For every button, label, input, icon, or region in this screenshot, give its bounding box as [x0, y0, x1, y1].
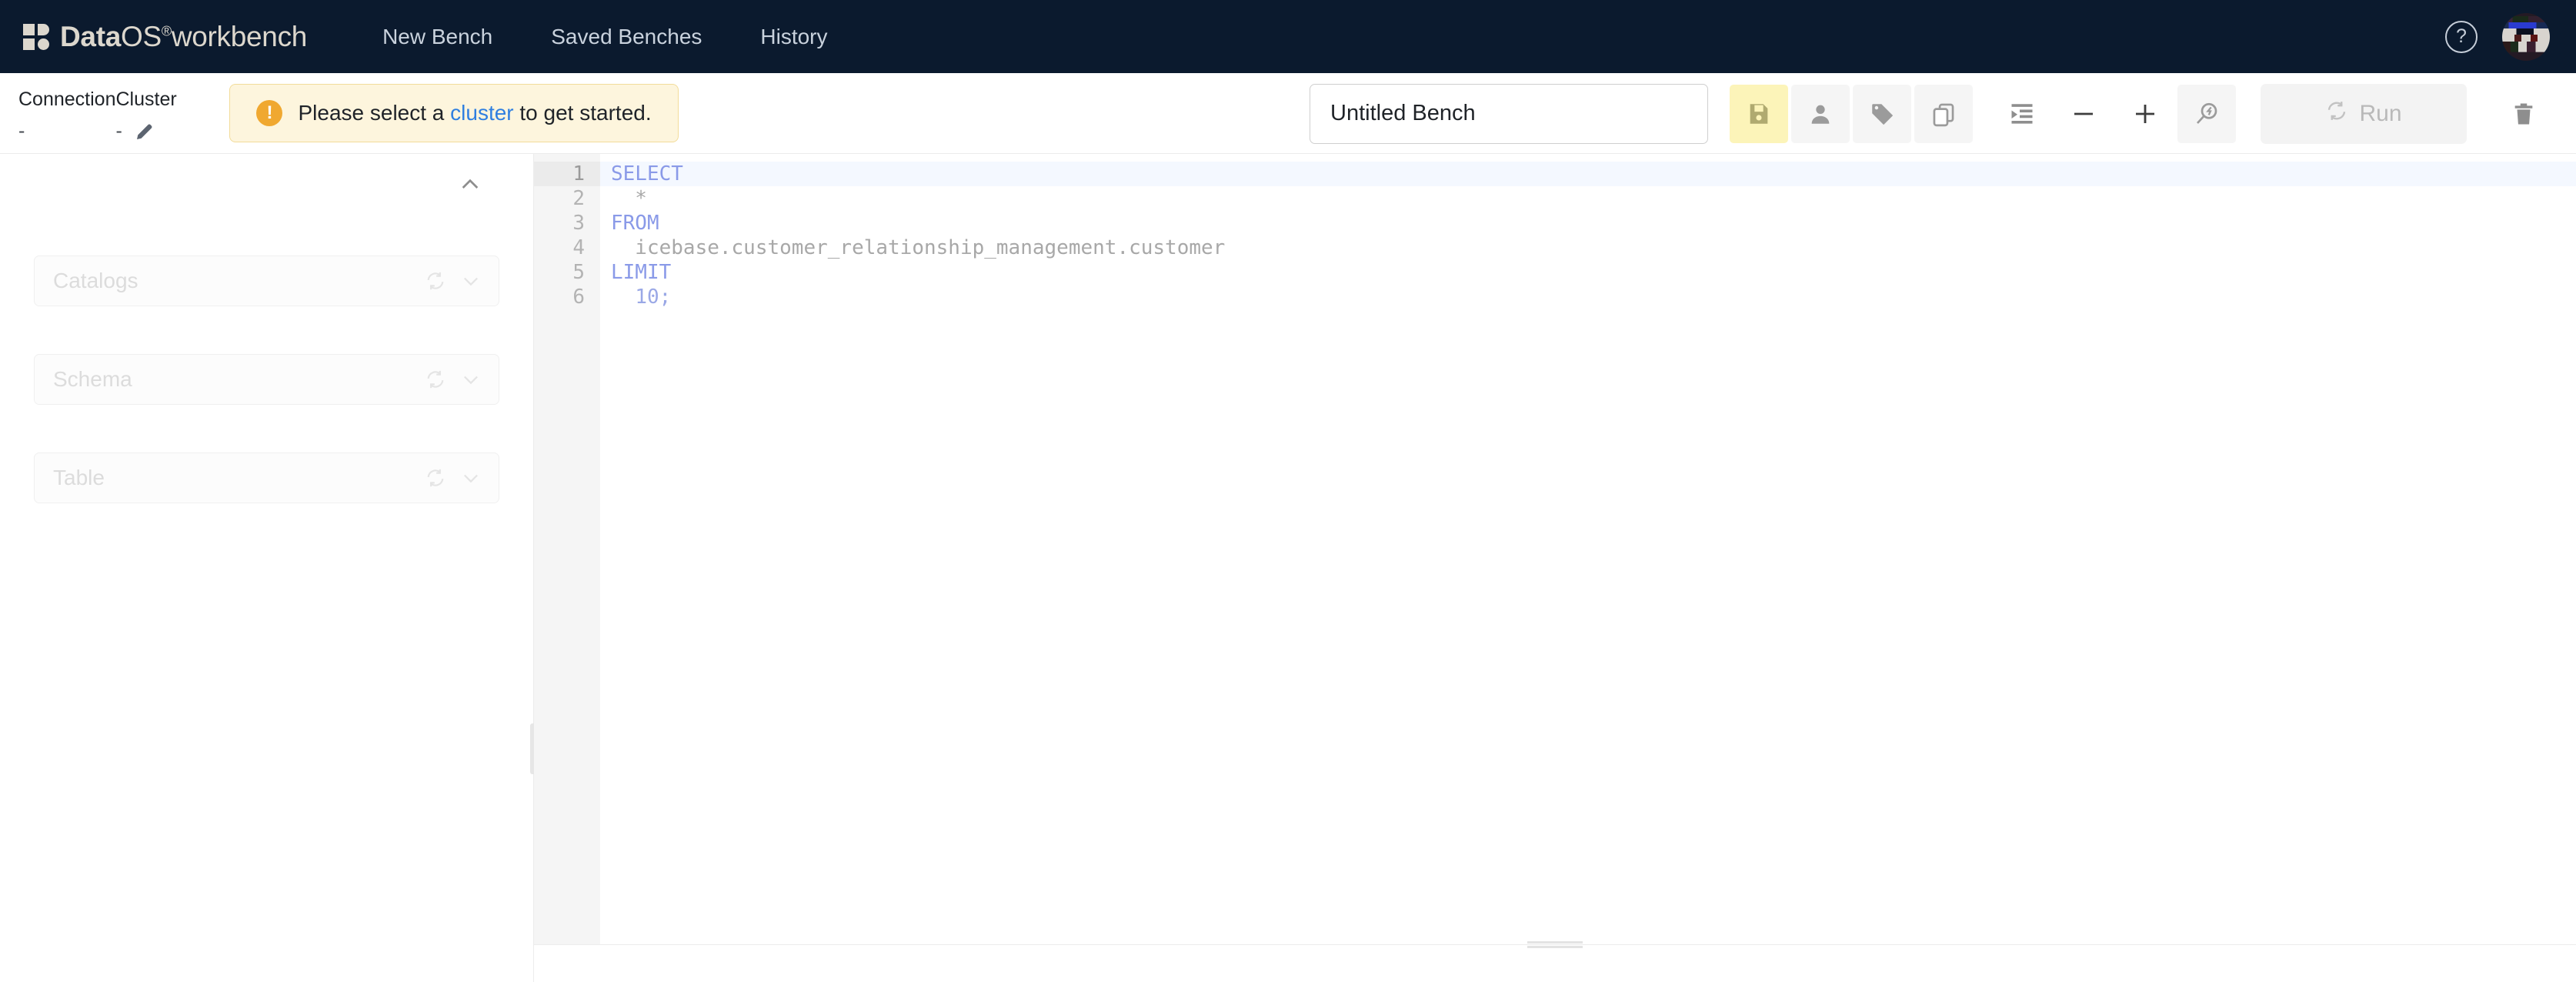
delete-bench-button[interactable] — [2494, 85, 2553, 143]
bench-toolbar: Connection - Cluster - ! Please select a… — [0, 73, 2576, 154]
connection-meta: Connection - Cluster - — [18, 84, 202, 143]
brand-registered-mark: ® — [161, 23, 172, 39]
nav-new-bench[interactable]: New Bench — [353, 25, 522, 49]
chevron-down-icon[interactable] — [460, 270, 482, 292]
alert-text-after: to get started. — [513, 101, 652, 125]
refresh-icon[interactable] — [425, 369, 446, 390]
connection-value: - — [18, 119, 25, 142]
line-number: 6 — [572, 286, 585, 309]
nav-right-actions: ? — [2445, 0, 2550, 73]
sql-code[interactable]: SELECT * FROM icebase.customer_relations… — [600, 154, 2576, 944]
brand-os: OS — [121, 20, 162, 52]
zoom-in-button[interactable] — [2116, 85, 2174, 143]
user-avatar[interactable] — [2502, 12, 2550, 61]
workspace: Catalogs Schema Table 1 2 3 4 5 6 SELECT… — [0, 154, 2576, 982]
explain-button[interactable] — [2177, 84, 2236, 143]
bench-name-input[interactable] — [1310, 83, 1708, 144]
code-area: 1 2 3 4 5 6 SELECT * FROM icebase.custom… — [534, 154, 2576, 944]
line-number: 2 — [572, 187, 585, 210]
top-navigation-bar: DataOS®workbench New Bench Saved Benches… — [0, 0, 2576, 73]
line-number: 4 — [572, 236, 585, 259]
brand-title: DataOS®workbench — [60, 21, 307, 53]
refresh-icon[interactable] — [425, 270, 446, 292]
editor-resize-handle[interactable] — [1527, 941, 1583, 948]
catalogs-select[interactable]: Catalogs — [34, 256, 499, 306]
results-pane — [534, 945, 2576, 982]
chevron-up-icon[interactable] — [453, 168, 487, 202]
nav-links: New Bench Saved Benches History — [353, 25, 856, 49]
refresh-icon[interactable] — [425, 467, 446, 489]
cluster-warning-banner: ! Please select a cluster to get started… — [229, 84, 679, 142]
nav-saved-benches[interactable]: Saved Benches — [522, 25, 731, 49]
cluster-block: Cluster - — [115, 84, 202, 143]
line-number-gutter: 1 2 3 4 5 6 — [534, 154, 600, 944]
alert-cluster-link[interactable]: cluster — [450, 101, 513, 125]
table-select-label: Table — [53, 466, 105, 489]
run-label: Run — [2359, 100, 2402, 126]
chevron-down-icon[interactable] — [460, 369, 482, 390]
line-number: 5 — [572, 261, 585, 284]
tag-button[interactable] — [1853, 84, 1911, 143]
run-button[interactable]: Run — [2261, 83, 2467, 144]
code-line: 10; — [635, 286, 672, 309]
cluster-value: - — [115, 120, 122, 142]
explorer-sidebar: Catalogs Schema Table — [0, 154, 536, 982]
dataos-logo-icon — [23, 23, 49, 50]
connection-block: Connection - — [18, 84, 115, 142]
code-line: * — [611, 187, 647, 210]
connection-label: Connection — [18, 88, 116, 110]
alert-message: Please select a cluster to get started. — [298, 101, 651, 125]
pencil-icon[interactable] — [133, 120, 156, 143]
brand-logo[interactable]: DataOS®workbench — [23, 21, 307, 53]
cluster-label: Cluster — [115, 88, 177, 110]
alert-text-before: Please select a — [298, 101, 451, 125]
code-line: SELECT — [600, 162, 2576, 186]
help-circle-icon[interactable]: ? — [2445, 20, 2478, 53]
sql-editor-panel: 1 2 3 4 5 6 SELECT * FROM icebase.custom… — [534, 154, 2576, 982]
schema-select-label: Schema — [53, 367, 132, 391]
code-line: LIMIT — [611, 261, 672, 284]
editor-results-divider — [534, 941, 2576, 948]
line-number: 3 — [572, 212, 585, 235]
zoom-out-button[interactable] — [2054, 85, 2113, 143]
code-line: FROM — [611, 212, 659, 235]
line-number: 1 — [534, 162, 600, 186]
brand-data: Data — [60, 20, 121, 52]
copy-button[interactable] — [1914, 84, 1973, 143]
toolbar-actions: Run — [1310, 73, 2553, 154]
nav-history[interactable]: History — [731, 25, 856, 49]
table-select[interactable]: Table — [34, 453, 499, 503]
schema-select[interactable]: Schema — [34, 354, 499, 405]
share-user-button[interactable] — [1791, 84, 1850, 143]
format-button[interactable] — [1993, 85, 2051, 143]
code-line: icebase.customer_relationship_management… — [611, 236, 1226, 259]
chevron-down-icon[interactable] — [460, 467, 482, 489]
brand-product: workbench — [171, 20, 308, 52]
save-button[interactable] — [1730, 84, 1788, 143]
warning-exclamation-icon: ! — [256, 100, 283, 126]
catalogs-select-label: Catalogs — [53, 269, 138, 292]
refresh-icon — [2325, 99, 2348, 129]
help-glyph: ? — [2456, 25, 2467, 47]
